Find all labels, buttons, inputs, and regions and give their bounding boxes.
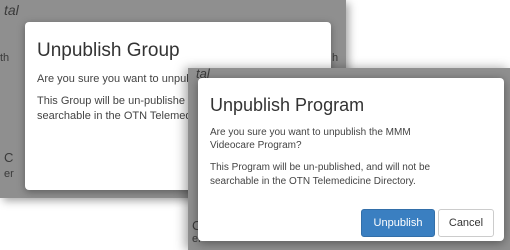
unpublish-button[interactable]: Unpublish (361, 209, 435, 237)
dialog-question: Videocare Program? (210, 140, 302, 151)
background-text-fragment: tal (4, 2, 19, 18)
background-text-fragment: C (4, 150, 14, 165)
dialog-title: Unpublish Program (210, 95, 365, 115)
dialog-description: This Group will be un-publishe (37, 95, 185, 107)
dialog-description: searchable in the OTN Telemedi (37, 110, 194, 122)
background-text-fragment: th (0, 52, 10, 64)
dialog-description: searchable in the OTN Telemedicine Direc… (210, 176, 416, 187)
background-text-fragment: h (332, 52, 339, 64)
background-text-fragment: er (4, 168, 14, 180)
dialog-question: Are you sure you want to unpub (37, 73, 193, 85)
dialog-description: This Program will be un-published, and w… (210, 162, 431, 173)
unpublish-program-dialog: Unpublish Program Are you sure you want … (198, 78, 504, 241)
dialog-title: Unpublish Group (37, 40, 180, 61)
dialog-question: Are you sure you want to unpublish the M… (210, 127, 411, 138)
cancel-button[interactable]: Cancel (438, 209, 494, 237)
